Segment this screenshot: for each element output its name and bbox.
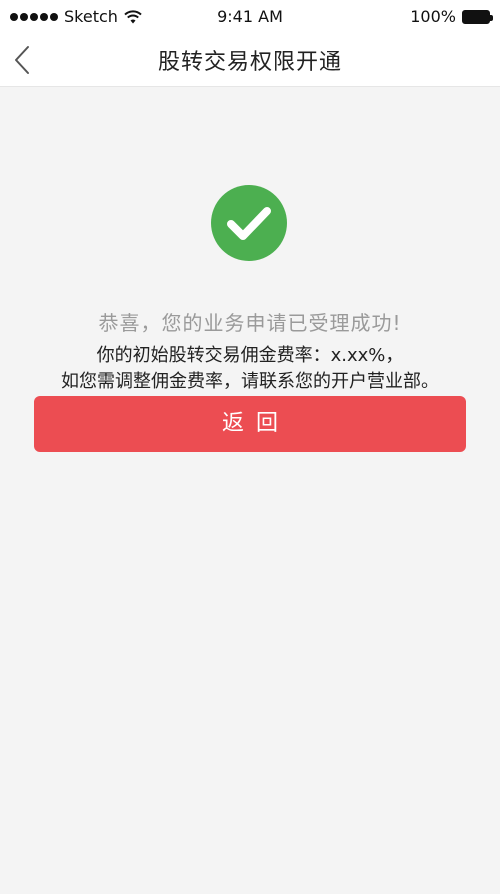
commission-rate-text: 你的初始股转交易佣金费率：x.xx%， bbox=[96, 345, 404, 366]
success-title: 恭喜，您的业务申请已受理成功! bbox=[98, 311, 402, 335]
battery-icon bbox=[462, 9, 493, 24]
check-circle-icon bbox=[211, 185, 287, 261]
navigation-bar: 股转交易权限开通 bbox=[0, 34, 500, 87]
status-bar: Sketch 9:41 AM 100% bbox=[0, 0, 500, 34]
battery-percentage: 100% bbox=[410, 7, 456, 26]
status-right: 100% bbox=[410, 7, 493, 26]
page-title: 股转交易权限开通 bbox=[157, 50, 342, 75]
contact-branch-text: 如您需调整佣金费率，请联系您的开户营业部。 bbox=[61, 371, 439, 392]
return-button[interactable]: 返回 bbox=[34, 396, 466, 452]
